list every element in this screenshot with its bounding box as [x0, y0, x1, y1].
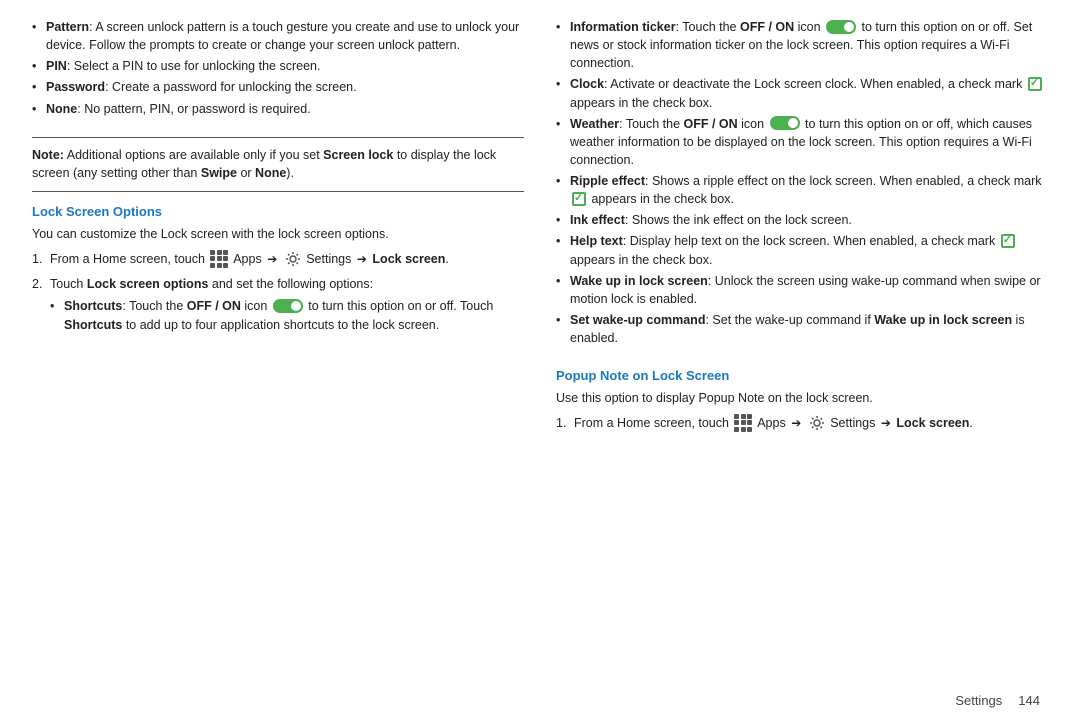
apps-icon [210, 250, 228, 268]
term-weather: Weather [570, 117, 619, 131]
popup-note-heading: Popup Note on Lock Screen [556, 368, 1048, 383]
popup-step-1-apps: Apps [757, 416, 786, 430]
bullet-wakeup: Wake up in lock screen: Unlock the scree… [556, 272, 1048, 308]
step-2-num: 2. [32, 275, 42, 294]
text-pattern: : A screen unlock pattern is a touch ges… [46, 20, 519, 52]
footer-label: Settings [955, 693, 1002, 708]
shortcuts-text3: to turn this option on or off. Touch [308, 299, 493, 313]
bullet-help-text: Help text: Display help text on the lock… [556, 232, 1048, 268]
apps-icon-2 [734, 414, 752, 432]
bullet-clock: Clock: Activate or deactivate the Lock s… [556, 75, 1048, 111]
page-footer: Settings 144 [0, 689, 1080, 720]
popup-step-1: 1. From a Home screen, touch Apps ➔ Sett… [556, 414, 1048, 433]
term-wakeup: Wake up in lock screen [570, 274, 708, 288]
text-password: : Create a password for unlocking the sc… [105, 80, 357, 94]
note-text4: ). [286, 166, 294, 180]
step-1-arrow1: ➔ [267, 252, 277, 266]
text-pin: : Select a PIN to use for unlocking the … [67, 59, 321, 73]
settings-icon [285, 251, 301, 267]
right-column: Information ticker: Touch the OFF / ON i… [556, 18, 1048, 679]
shortcuts-text4: to add up to four application shortcuts … [122, 318, 439, 332]
check-icon-clock [1028, 77, 1042, 91]
text-none: : No pattern, PIN, or password is requir… [77, 102, 310, 116]
note-text1: Additional options are available only if… [64, 148, 323, 162]
term-password: Password [46, 80, 105, 94]
popup-step-1-arrow1: ➔ [791, 416, 801, 430]
check-icon-help [1001, 234, 1015, 248]
bullet-password: Password: Create a password for unlockin… [32, 78, 524, 96]
term-wakeup-cmd: Set wake-up command [570, 313, 705, 327]
term-ink: Ink effect [570, 213, 625, 227]
note-label: Note: [32, 148, 64, 162]
lock-screen-steps: 1. From a Home screen, touch Apps ➔ Sett… [32, 250, 524, 340]
term-pin: PIN [46, 59, 67, 73]
popup-step-1-num: 1. [556, 414, 566, 433]
term-pattern: Pattern [46, 20, 89, 34]
shortcuts-text1: : Touch the [122, 299, 186, 313]
left-column: Pattern: A screen unlock pattern is a to… [32, 18, 524, 679]
bullet-weather: Weather: Touch the OFF / ON icon to turn… [556, 115, 1048, 169]
shortcuts-bold2: Shortcuts [64, 318, 122, 332]
bullet-ripple: Ripple effect: Shows a ripple effect on … [556, 172, 1048, 208]
lock-screen-intro: You can customize the Lock screen with t… [32, 225, 524, 244]
step-1-settings-label: Settings [306, 252, 351, 266]
step-2-text2: and set the following options: [208, 277, 373, 291]
shortcuts-bold1: OFF / ON [187, 299, 241, 313]
term-none: None [46, 102, 77, 116]
popup-step-1-text-before: From a Home screen, touch [574, 416, 729, 430]
term-info-ticker: Information ticker [570, 20, 676, 34]
term-clock: Clock [570, 77, 604, 91]
popup-step-1-arrow2: ➔ [881, 416, 891, 430]
note-bold3: None [255, 166, 286, 180]
note-text3: or [237, 166, 255, 180]
lock-screen-options-heading: Lock Screen Options [32, 204, 524, 219]
step-1-num: 1. [32, 250, 42, 269]
sub-bullet-shortcuts: Shortcuts: Touch the OFF / ON icon to tu… [50, 297, 524, 333]
step-2-bold: Lock screen options [87, 277, 209, 291]
bullet-none: None: No pattern, PIN, or password is re… [32, 100, 524, 118]
footer-page: 144 [1018, 693, 1040, 708]
step-1-arrow2: ➔ [357, 252, 367, 266]
popup-note-intro: Use this option to display Popup Note on… [556, 389, 1048, 408]
right-bullet-list: Information ticker: Touch the OFF / ON i… [556, 18, 1048, 350]
step-2: 2. Touch Lock screen options and set the… [32, 275, 524, 334]
step-1-apps-label: Apps [233, 252, 262, 266]
shortcuts-text2: icon [241, 299, 267, 313]
term-shortcuts: Shortcuts [64, 299, 122, 313]
bullet-wakeup-cmd: Set wake-up command: Set the wake-up com… [556, 311, 1048, 347]
settings-icon-2 [809, 415, 825, 431]
bullet-pattern: Pattern: A screen unlock pattern is a to… [32, 18, 524, 54]
bullet-info-ticker: Information ticker: Touch the OFF / ON i… [556, 18, 1048, 72]
toggle-on-icon [273, 299, 303, 313]
step-2-sub-bullets: Shortcuts: Touch the OFF / ON icon to tu… [50, 297, 524, 333]
note-bold2: Swipe [201, 166, 237, 180]
top-bullet-list: Pattern: A screen unlock pattern is a to… [32, 18, 524, 121]
step-2-text: Touch [50, 277, 87, 291]
toggle-weather [770, 116, 800, 130]
toggle-info-ticker [826, 20, 856, 34]
bullet-pin: PIN: Select a PIN to use for unlocking t… [32, 57, 524, 75]
popup-note-steps: 1. From a Home screen, touch Apps ➔ Sett… [556, 414, 1048, 433]
bullet-ink: Ink effect: Shows the ink effect on the … [556, 211, 1048, 229]
step-1-period: . [445, 252, 448, 266]
popup-step-1-lock: Lock screen [896, 416, 969, 430]
step-1: 1. From a Home screen, touch Apps ➔ Sett… [32, 250, 524, 269]
step-1-lock-screen: Lock screen [372, 252, 445, 266]
note-bold1: Screen lock [323, 148, 393, 162]
check-icon-ripple [572, 192, 586, 206]
step-1-text-before: From a Home screen, touch [50, 252, 205, 266]
popup-step-1-settings: Settings [830, 416, 875, 430]
term-help-text: Help text [570, 234, 623, 248]
term-ripple: Ripple effect [570, 174, 645, 188]
note-box: Note: Additional options are available o… [32, 137, 524, 193]
